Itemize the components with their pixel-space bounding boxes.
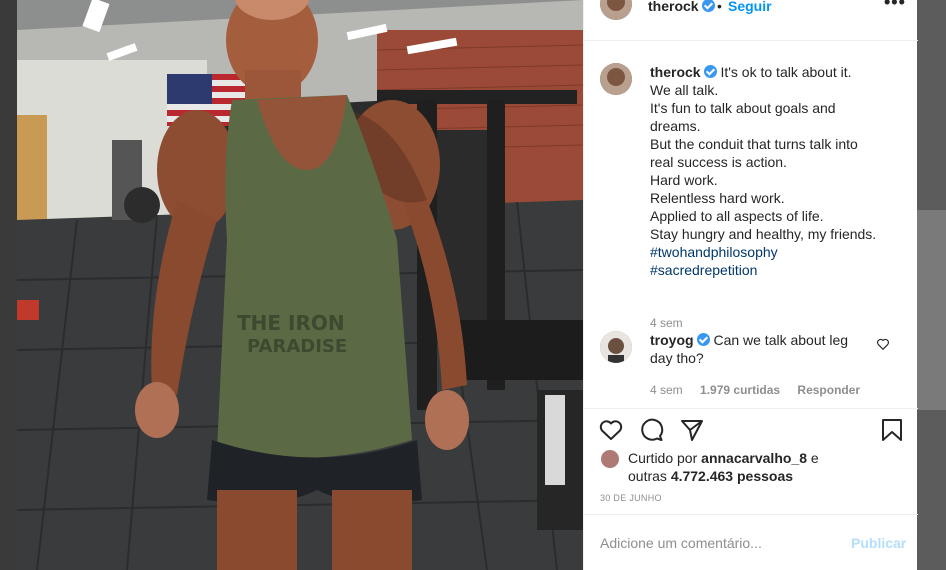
hashtag-link[interactable]: #twohandphilosophy <box>650 243 890 261</box>
more-options-icon[interactable]: ••• <box>884 0 906 13</box>
author-avatar[interactable] <box>600 0 632 20</box>
caption-line: Hard work. <box>650 172 718 188</box>
post-panel: therock • Seguir ••• therock It's ok to … <box>583 0 918 570</box>
bookmark-icon[interactable] <box>879 417 905 443</box>
add-comment-bar: Publicar <box>584 514 918 570</box>
caption-line: It's fun to talk about goals and <box>650 100 836 116</box>
caption-line: We all talk. <box>650 82 719 98</box>
follow-button[interactable]: Seguir <box>728 0 772 14</box>
comment-text: troyog Can we talk about leg day tho? <box>650 331 890 367</box>
commenter-username[interactable]: troyog <box>650 332 710 348</box>
next-post-preview[interactable] <box>917 210 946 410</box>
reply-button[interactable]: Responder <box>797 383 860 397</box>
comment-icon[interactable] <box>639 417 665 443</box>
action-bar: Curtido por annacarvalho_8 e outras 4.77… <box>584 408 918 514</box>
verified-badge-icon <box>696 333 710 346</box>
likes-count[interactable]: 4.772.463 pessoas <box>671 468 793 484</box>
caption-line: Relentless hard work. <box>650 190 785 206</box>
heart-icon[interactable] <box>598 417 624 443</box>
comment-input[interactable] <box>600 533 830 553</box>
caption-line: real success is action. <box>650 154 787 170</box>
gym-photo-illustration: THE IRON PARADISE <box>17 0 583 570</box>
post-date[interactable]: 30 DE JUNHO <box>600 493 662 503</box>
comment-like-heart-icon[interactable] <box>876 337 890 351</box>
background-overlay-left <box>0 0 17 570</box>
caption-line: dreams. <box>650 118 701 134</box>
comment-meta: 4 sem 1.979 curtidas Responder <box>650 383 874 397</box>
comment-time[interactable]: 4 sem <box>650 383 683 397</box>
svg-text:PARADISE: PARADISE <box>247 336 347 357</box>
comment-likes[interactable]: 1.979 curtidas <box>700 383 780 397</box>
commenter-avatar[interactable] <box>600 331 632 363</box>
caption-time[interactable]: 4 sem <box>650 316 683 330</box>
comments-section: therock It's ok to talk about it. We all… <box>584 41 918 408</box>
post-photo[interactable]: THE IRON PARADISE <box>17 0 583 570</box>
comment-line: Can we talk about leg <box>713 332 849 348</box>
share-icon[interactable] <box>679 417 705 443</box>
caption-line: It's ok to talk about it. <box>720 64 852 80</box>
post-header: therock • Seguir ••• <box>584 0 918 41</box>
hashtag-link[interactable]: #sacredrepetition <box>650 261 890 279</box>
publish-button[interactable]: Publicar <box>851 535 906 551</box>
caption-avatar[interactable] <box>600 63 632 95</box>
caption-text: therock It's ok to talk about it. We all… <box>650 63 890 279</box>
caption-meta: 4 sem <box>650 316 697 330</box>
likes-text: Curtido por annacarvalho_8 e outras 4.77… <box>628 450 819 484</box>
separator-dot: • <box>717 0 722 14</box>
comment-line: day tho? <box>650 350 704 366</box>
svg-text:THE IRON: THE IRON <box>237 311 345 335</box>
caption-line: Stay hungry and healthy, my friends. <box>650 226 877 242</box>
liker-username[interactable]: annacarvalho_8 <box>701 450 807 466</box>
caption-line: Applied to all aspects of life. <box>650 208 824 224</box>
liker-avatar[interactable] <box>600 449 620 469</box>
caption-username[interactable]: therock <box>650 64 717 80</box>
verified-badge-icon <box>703 65 717 78</box>
verified-badge-icon <box>701 0 715 12</box>
caption-line: But the conduit that turns talk into <box>650 136 858 152</box>
background-overlay-right <box>917 0 946 570</box>
author-username[interactable]: therock <box>648 0 715 14</box>
